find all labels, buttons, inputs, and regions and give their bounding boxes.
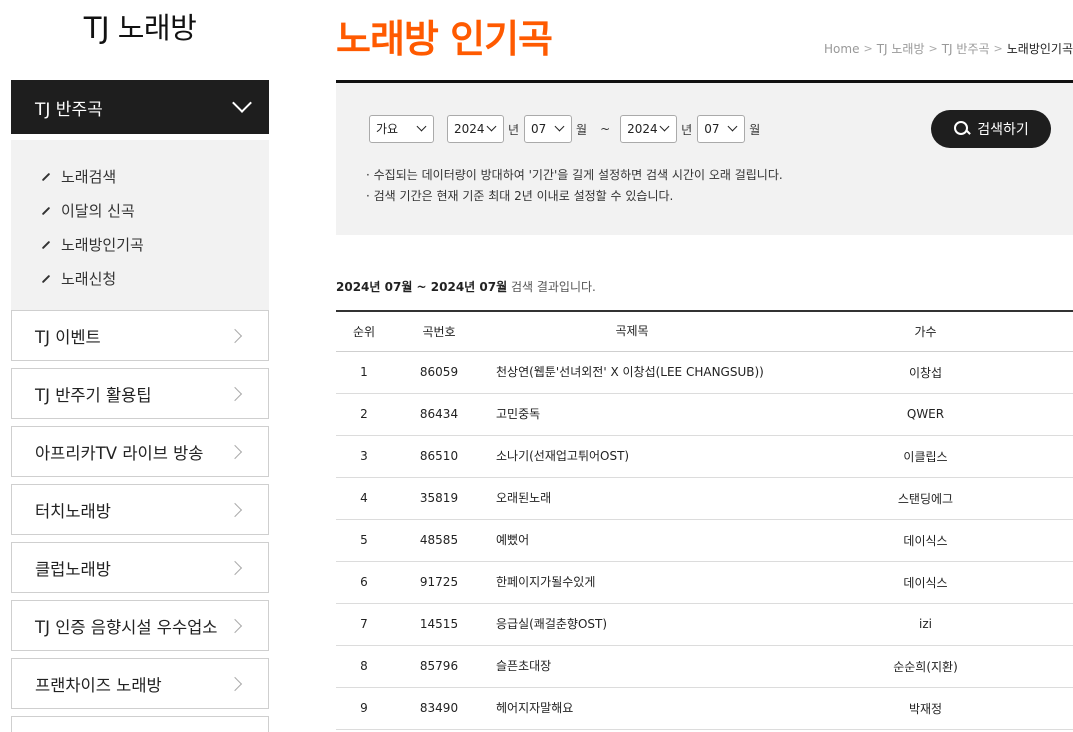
- chevron-right-icon: [227, 618, 243, 633]
- chevron-down-icon: [554, 121, 565, 132]
- note-item: 수집되는 데이터량이 방대하여 '기간'을 길게 설정하면 검색 시간이 오래 …: [366, 165, 783, 186]
- result-suffix: 검색 결과입니다.: [510, 280, 596, 294]
- submenu-item-song-request[interactable]: 노래신청: [41, 262, 269, 296]
- note-item: 검색 기간은 현재 기준 최대 2년 이내로 설정할 수 있습니다.: [366, 186, 783, 207]
- ranking-table: 순위 곡번호 곡제목 가수 1 86059 천상연(웹툰'선녀외전' X 이창섭…: [336, 310, 1073, 730]
- breadcrumb-tj-accompaniment[interactable]: TJ 반주곡: [942, 40, 990, 57]
- submenu: 노래검색 이달의 신곡 노래방인기곡 노래신청: [11, 140, 269, 310]
- chevron-right-icon: [227, 502, 243, 517]
- breadcrumb-current: 노래방인기곡: [1006, 42, 1073, 56]
- sidebar: TJ 노래방 TJ 반주곡 노래검색 이달의 신곡 노래방인기곡 노래신청 TJ…: [11, 0, 269, 732]
- breadcrumb-tj-karaoke[interactable]: TJ 노래방: [877, 40, 925, 57]
- header-song-title: 곡제목: [486, 311, 778, 352]
- chevron-right-icon: >: [993, 42, 1003, 55]
- search-notes: 수집되는 데이터량이 방대하여 '기간'을 길게 설정하면 검색 시간이 오래 …: [366, 165, 783, 207]
- from-month-select[interactable]: 07: [524, 115, 573, 143]
- table-header-row: 순위 곡번호 곡제목 가수: [336, 311, 1073, 352]
- table-row[interactable]: 2 86434 고민중독 QWER: [336, 393, 1073, 436]
- year-unit-label: 년: [681, 122, 693, 137]
- chevron-right-icon: [227, 676, 243, 691]
- range-tilde: ~: [600, 122, 611, 136]
- breadcrumb-home[interactable]: Home: [824, 42, 859, 56]
- chevron-down-icon: [416, 121, 427, 132]
- chevron-right-icon: >: [928, 42, 938, 55]
- table-row[interactable]: 5 48585 예뻤어 데이식스: [336, 519, 1073, 562]
- table-row[interactable]: 8 85796 슬픈초대장 순순희(지환): [336, 645, 1073, 688]
- month-unit-label: 월: [749, 122, 761, 137]
- menu-item-franchise[interactable]: 프랜차이즈 노래방: [11, 658, 269, 709]
- genre-select[interactable]: 가요: [369, 115, 434, 143]
- table-row[interactable]: 3 86510 소나기(선재업고튀어OST) 이클립스: [336, 435, 1073, 478]
- pencil-icon: [41, 274, 51, 284]
- menu-item-tips[interactable]: TJ 반주기 활용팁: [11, 368, 269, 419]
- menu-item-afreeca-live[interactable]: 아프리카TV 라이브 방송: [11, 426, 269, 477]
- chevron-down-icon: [486, 121, 497, 132]
- submenu-item-popular-songs[interactable]: 노래방인기곡: [41, 228, 269, 262]
- search-controls: 가요 2024 년 07 월 ~ 2024 년 07 월: [369, 115, 765, 143]
- chevron-right-icon: [227, 386, 243, 401]
- chevron-right-icon: >: [863, 42, 873, 55]
- menu-item-club-karaoke[interactable]: 클럽노래방: [11, 542, 269, 593]
- table-row[interactable]: 1 86059 천상연(웹툰'선녀외전' X 이창섭(LEE CHANGSUB)…: [336, 351, 1073, 394]
- pencil-icon: [41, 206, 51, 216]
- table-row[interactable]: 7 14515 응급실(쾌걸춘향OST) izi: [336, 603, 1073, 646]
- chevron-right-icon: [227, 444, 243, 459]
- search-button[interactable]: 검색하기: [931, 110, 1051, 148]
- year-unit-label: 년: [508, 122, 520, 137]
- search-panel: 가요 2024 년 07 월 ~ 2024 년 07 월 검색하기 수집되는 데…: [336, 80, 1073, 235]
- submenu-item-new-songs[interactable]: 이달의 신곡: [41, 194, 269, 228]
- menu-tj-accompaniment[interactable]: TJ 반주곡: [11, 80, 269, 134]
- menu-item-certified-venues[interactable]: TJ 인증 음향시설 우수업소: [11, 600, 269, 651]
- table-row[interactable]: 9 83490 헤어지자말해요 박재정: [336, 687, 1073, 730]
- header-artist: 가수: [778, 311, 1073, 352]
- chevron-down-icon: [232, 93, 252, 113]
- page-title: 노래방 인기곡: [336, 17, 553, 61]
- result-range: 2024년 07월 ~ 2024년 07월: [336, 280, 508, 294]
- chevron-down-icon: [659, 121, 670, 132]
- to-month-select[interactable]: 07: [697, 115, 746, 143]
- result-summary: 2024년 07월 ~ 2024년 07월 검색 결과입니다.: [336, 278, 596, 295]
- search-icon: [953, 120, 971, 138]
- table-row[interactable]: 4 35819 오래된노래 스탠딩에그: [336, 477, 1073, 520]
- submenu-item-song-search[interactable]: 노래검색: [41, 160, 269, 194]
- pencil-icon: [41, 240, 51, 250]
- chevron-right-icon: [227, 328, 243, 343]
- menu-label: TJ 반주곡: [35, 99, 103, 120]
- site-title[interactable]: TJ 노래방: [11, 0, 269, 80]
- month-unit-label: 월: [576, 122, 588, 137]
- header-song-number: 곡번호: [392, 311, 486, 352]
- to-year-select[interactable]: 2024: [620, 115, 678, 143]
- chevron-down-icon: [727, 121, 738, 132]
- chevron-right-icon: [227, 560, 243, 575]
- menu-item-touch-karaoke[interactable]: 터치노래방: [11, 484, 269, 535]
- header-rank: 순위: [336, 311, 392, 352]
- menu-list: TJ 이벤트 TJ 반주기 활용팁 아프리카TV 라이브 방송 터치노래방 클럽…: [11, 310, 269, 732]
- menu-item-events[interactable]: TJ 이벤트: [11, 310, 269, 361]
- pencil-icon: [41, 172, 51, 182]
- from-year-select[interactable]: 2024: [447, 115, 504, 143]
- breadcrumb: Home > TJ 노래방 > TJ 반주곡 > 노래방인기곡: [824, 40, 1073, 57]
- menu-item-more[interactable]: [11, 716, 269, 732]
- table-row[interactable]: 6 91725 한페이지가될수있게 데이식스: [336, 561, 1073, 604]
